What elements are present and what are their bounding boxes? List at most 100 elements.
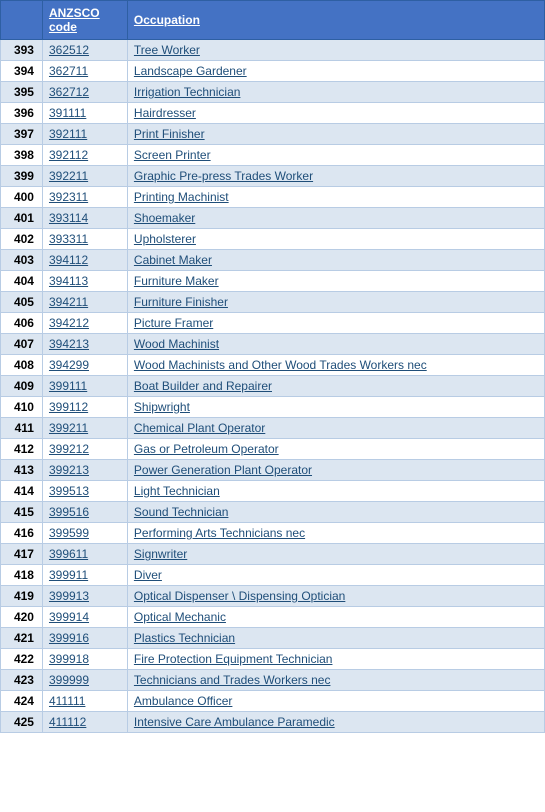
table-row: 411399211Chemical Plant Operator (1, 418, 545, 439)
row-code[interactable]: 399913 (42, 586, 127, 607)
row-number: 397 (1, 124, 43, 145)
table-row: 424411111Ambulance Officer (1, 691, 545, 712)
row-occupation[interactable]: Power Generation Plant Operator (127, 460, 544, 481)
table-row: 414399513Light Technician (1, 481, 545, 502)
row-occupation[interactable]: Diver (127, 565, 544, 586)
table-row: 395362712Irrigation Technician (1, 82, 545, 103)
row-occupation[interactable]: Printing Machinist (127, 187, 544, 208)
row-code[interactable]: 399914 (42, 607, 127, 628)
row-occupation[interactable]: Signwriter (127, 544, 544, 565)
row-code[interactable]: 393114 (42, 208, 127, 229)
row-code[interactable]: 399111 (42, 376, 127, 397)
row-occupation[interactable]: Hairdresser (127, 103, 544, 124)
row-occupation[interactable]: Wood Machinists and Other Wood Trades Wo… (127, 355, 544, 376)
row-code[interactable]: 411112 (42, 712, 127, 733)
row-code[interactable]: 399916 (42, 628, 127, 649)
row-code[interactable]: 399213 (42, 460, 127, 481)
row-code[interactable]: 394213 (42, 334, 127, 355)
row-code[interactable]: 399911 (42, 565, 127, 586)
table-row: 417399611Signwriter (1, 544, 545, 565)
row-code[interactable]: 399211 (42, 418, 127, 439)
row-code[interactable]: 392211 (42, 166, 127, 187)
row-code[interactable]: 394113 (42, 271, 127, 292)
row-number: 413 (1, 460, 43, 481)
row-code[interactable]: 362711 (42, 61, 127, 82)
row-code[interactable]: 394299 (42, 355, 127, 376)
row-occupation[interactable]: Shipwright (127, 397, 544, 418)
row-occupation[interactable]: Boat Builder and Repairer (127, 376, 544, 397)
row-code[interactable]: 392112 (42, 145, 127, 166)
row-number: 424 (1, 691, 43, 712)
row-occupation[interactable]: Cabinet Maker (127, 250, 544, 271)
row-occupation[interactable]: Irrigation Technician (127, 82, 544, 103)
row-code[interactable]: 399611 (42, 544, 127, 565)
row-number: 417 (1, 544, 43, 565)
row-code[interactable]: 399513 (42, 481, 127, 502)
table-row: 399392211Graphic Pre-press Trades Worker (1, 166, 545, 187)
row-code[interactable]: 393311 (42, 229, 127, 250)
row-code[interactable]: 411111 (42, 691, 127, 712)
row-occupation[interactable]: Fire Protection Equipment Technician (127, 649, 544, 670)
row-occupation[interactable]: Furniture Maker (127, 271, 544, 292)
row-occupation[interactable]: Optical Dispenser \ Dispensing Optician (127, 586, 544, 607)
row-occupation[interactable]: Intensive Care Ambulance Paramedic (127, 712, 544, 733)
row-code[interactable]: 399112 (42, 397, 127, 418)
row-number: 404 (1, 271, 43, 292)
table-row: 423399999Technicians and Trades Workers … (1, 670, 545, 691)
row-number: 423 (1, 670, 43, 691)
row-code[interactable]: 394211 (42, 292, 127, 313)
row-occupation[interactable]: Picture Framer (127, 313, 544, 334)
row-number: 395 (1, 82, 43, 103)
table-row: 396391111Hairdresser (1, 103, 545, 124)
row-number: 398 (1, 145, 43, 166)
row-code[interactable]: 392311 (42, 187, 127, 208)
row-code[interactable]: 362712 (42, 82, 127, 103)
row-code[interactable]: 399599 (42, 523, 127, 544)
row-occupation[interactable]: Chemical Plant Operator (127, 418, 544, 439)
row-code[interactable]: 399212 (42, 439, 127, 460)
row-code[interactable]: 394112 (42, 250, 127, 271)
row-number: 414 (1, 481, 43, 502)
row-code[interactable]: 394212 (42, 313, 127, 334)
table-row: 407394213Wood Machinist (1, 334, 545, 355)
row-number: 403 (1, 250, 43, 271)
row-occupation[interactable]: Screen Printer (127, 145, 544, 166)
row-occupation[interactable]: Print Finisher (127, 124, 544, 145)
row-occupation[interactable]: Plastics Technician (127, 628, 544, 649)
table-row: 408394299Wood Machinists and Other Wood … (1, 355, 545, 376)
table-row: 401393114Shoemaker (1, 208, 545, 229)
row-code[interactable]: 399999 (42, 670, 127, 691)
row-code[interactable]: 391111 (42, 103, 127, 124)
table-row: 419399913Optical Dispenser \ Dispensing … (1, 586, 545, 607)
row-code[interactable]: 392111 (42, 124, 127, 145)
row-occupation[interactable]: Shoemaker (127, 208, 544, 229)
table-row: 393362512Tree Worker (1, 40, 545, 61)
row-occupation[interactable]: Furniture Finisher (127, 292, 544, 313)
table-row: 394362711Landscape Gardener (1, 61, 545, 82)
table-row: 415399516Sound Technician (1, 502, 545, 523)
row-occupation[interactable]: Performing Arts Technicians nec (127, 523, 544, 544)
row-occupation[interactable]: Sound Technician (127, 502, 544, 523)
row-occupation[interactable]: Landscape Gardener (127, 61, 544, 82)
row-number: 406 (1, 313, 43, 334)
table-row: 420399914Optical Mechanic (1, 607, 545, 628)
row-occupation[interactable]: Light Technician (127, 481, 544, 502)
row-number: 419 (1, 586, 43, 607)
row-code[interactable]: 362512 (42, 40, 127, 61)
row-occupation[interactable]: Wood Machinist (127, 334, 544, 355)
row-number: 400 (1, 187, 43, 208)
row-occupation[interactable]: Tree Worker (127, 40, 544, 61)
row-occupation[interactable]: Ambulance Officer (127, 691, 544, 712)
row-number: 408 (1, 355, 43, 376)
row-occupation[interactable]: Gas or Petroleum Operator (127, 439, 544, 460)
row-number: 402 (1, 229, 43, 250)
row-occupation[interactable]: Upholsterer (127, 229, 544, 250)
table-row: 405394211Furniture Finisher (1, 292, 545, 313)
header-anzsco: ANZSCO code (42, 1, 127, 40)
row-code[interactable]: 399918 (42, 649, 127, 670)
row-occupation[interactable]: Technicians and Trades Workers nec (127, 670, 544, 691)
row-occupation[interactable]: Graphic Pre-press Trades Worker (127, 166, 544, 187)
row-code[interactable]: 399516 (42, 502, 127, 523)
row-number: 407 (1, 334, 43, 355)
row-occupation[interactable]: Optical Mechanic (127, 607, 544, 628)
